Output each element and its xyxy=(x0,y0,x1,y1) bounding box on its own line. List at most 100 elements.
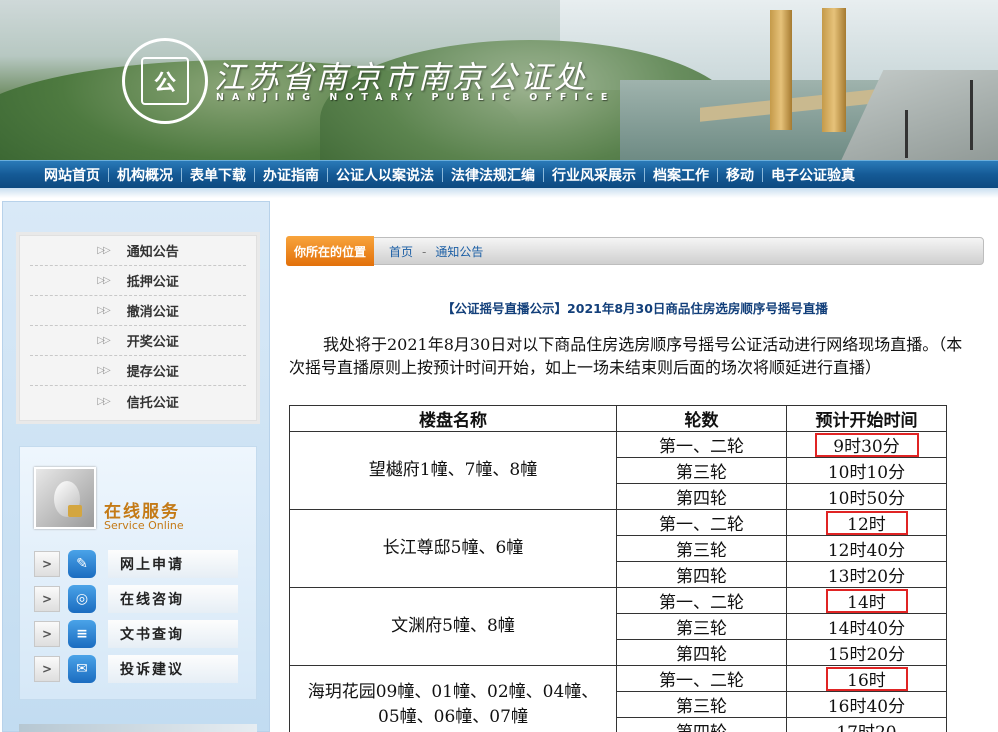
logo-seal: 公 xyxy=(122,38,208,124)
lion-emblem-icon: 公 xyxy=(141,57,189,105)
start-time-cell: 10时10分 xyxy=(786,457,947,484)
double-arrow-icon: ▷▷ xyxy=(97,275,110,286)
service-item[interactable]: > ✉ 投诉建议 xyxy=(34,654,248,684)
round-cell: 第一、二轮 xyxy=(616,587,787,614)
nav-item[interactable]: 行业风采展示 xyxy=(544,165,644,185)
highlight-box xyxy=(825,510,908,535)
nav-item[interactable]: 网站首页 xyxy=(36,165,108,185)
double-arrow-icon: ▷▷ xyxy=(97,245,110,256)
site-title: 江苏省南京市南京公证处 xyxy=(214,60,588,96)
breadcrumb-home-link[interactable]: 首页 xyxy=(389,245,413,259)
double-arrow-icon: ▷▷ xyxy=(97,305,110,316)
street-lamp xyxy=(970,80,973,150)
article-title: 【公证摇号直播公示】2021年8月30日商品住房选房顺序号摇号直播 xyxy=(442,301,828,316)
project-name-cell: 长江尊邸5幢、6幢 xyxy=(289,509,617,588)
round-cell: 第四轮 xyxy=(616,717,787,732)
project-name-cell: 文渊府5幢、8幢 xyxy=(289,587,617,666)
project-name-cell: 望樾府1幢、7幢、8幢 xyxy=(289,431,617,510)
service-photo xyxy=(34,467,96,529)
round-cell: 第三轮 xyxy=(616,691,787,718)
chat-icon: ✉ xyxy=(68,655,96,683)
round-cell: 第三轮 xyxy=(616,535,787,562)
round-cell: 第四轮 xyxy=(616,483,787,510)
breadcrumb-tag: 你所在的位置 xyxy=(286,236,374,266)
service-label: 文书查询 xyxy=(108,620,238,648)
street-lamp xyxy=(905,110,908,158)
start-time-cell: 14时40分 xyxy=(786,613,947,640)
table-header-cell: 预计开始时间 xyxy=(786,405,947,432)
nav-item[interactable]: 移动 xyxy=(718,165,762,185)
start-time-cell: 13时20分 xyxy=(786,561,947,588)
sidebar-menu-label: 信托公证 xyxy=(126,395,179,411)
nav-item[interactable]: 电子公证验真 xyxy=(763,165,863,185)
chevron-right-icon: > xyxy=(34,551,60,577)
start-time-cell: 15时20分 xyxy=(786,639,947,666)
double-arrow-icon: ▷▷ xyxy=(97,395,110,407)
sidebar-menu-label: 撤消公证 xyxy=(126,305,179,320)
sidebar-menu-item[interactable]: ▷▷ 通知公告 xyxy=(30,236,246,266)
chevron-right-icon: > xyxy=(34,656,60,682)
nav-item[interactable]: 法律法规汇编 xyxy=(443,165,543,185)
sidebar-menu-label: 抵押公证 xyxy=(126,275,179,290)
chevron-right-icon: > xyxy=(34,621,60,647)
form-icon: ✎ xyxy=(68,550,96,578)
table-header-cell: 轮数 xyxy=(616,405,787,432)
main-nav: 网站首页 机构概况 表单下载 办证指南 公证人以案说法 法律法规汇编 行业风采展示 档案工作移… xyxy=(0,160,998,188)
headset-icon: ◎ xyxy=(68,585,96,613)
service-item[interactable]: > ≡ 文书查询 xyxy=(34,619,248,649)
list-icon: ≡ xyxy=(68,620,96,648)
highlight-box xyxy=(814,432,919,457)
round-cell: 第一、二轮 xyxy=(616,665,787,692)
service-item[interactable]: > ✎ 网上申请 xyxy=(34,549,248,579)
sidebar-footer-strip xyxy=(19,724,257,732)
service-label: 网上申请 xyxy=(108,550,238,578)
sidebar-menu-label: 开奖公证 xyxy=(126,335,179,350)
sidebar: ▷▷ 通知公告 ▷▷ 抵押公证 ▷▷ 撤消公证 ▷▷ 开奖公证 ▷▷ 提存公证 ▷▷ 信托公证 在线服… xyxy=(2,201,270,732)
chevron-right-icon: > xyxy=(34,586,60,612)
sidebar-menu-item[interactable]: ▷▷ 信托公证 xyxy=(30,386,246,416)
bridge-tower xyxy=(770,10,792,130)
sidebar-menu-label: 提存公证 xyxy=(126,365,179,380)
online-service-panel: 在线服务 Service Online > ✎ 网上申请 > ◎ 在线咨询 > ≡ 文书查询 > ✉… xyxy=(19,446,257,700)
breadcrumb-separator: - xyxy=(422,245,427,259)
round-cell: 第三轮 xyxy=(616,613,787,640)
round-cell: 第四轮 xyxy=(616,639,787,666)
article-body: 我处将于2021年8月30日对以下商品住房选房顺序号摇号公证活动进行网络现场直播… xyxy=(289,335,963,377)
start-time-cell: 17时20 xyxy=(786,717,947,732)
nav-item[interactable]: 档案工作 xyxy=(645,165,717,185)
round-cell: 第三轮 xyxy=(616,457,787,484)
sidebar-menu-item[interactable]: ▷▷ 开奖公证 xyxy=(30,326,246,356)
service-item[interactable]: > ◎ 在线咨询 xyxy=(34,584,248,614)
site-subtitle: NANJING NOTARY PUBLIC OFFICE xyxy=(216,92,616,103)
sidebar-menu-label: 通知公告 xyxy=(126,245,179,260)
service-subtitle: Service Online xyxy=(104,519,184,532)
start-time-cell: 10时50分 xyxy=(786,483,947,510)
nav-item[interactable]: 公证人以案说法 xyxy=(328,165,442,185)
round-cell: 第一、二轮 xyxy=(616,509,787,536)
service-label: 投诉建议 xyxy=(108,655,238,683)
breadcrumb: 首页 - 通知公告 xyxy=(389,243,483,260)
table-header-cell: 楼盘名称 xyxy=(289,405,617,432)
highlight-box xyxy=(825,588,908,613)
bridge-tower xyxy=(822,8,846,132)
sidebar-menu-item[interactable]: ▷▷ 撤消公证 xyxy=(30,296,246,326)
header-banner: 公 江苏省南京市南京公证处 NANJING NOTARY PUBLIC OFFI… xyxy=(0,0,998,160)
double-arrow-icon: ▷▷ xyxy=(97,365,110,376)
start-time-cell: 12时40分 xyxy=(786,535,947,562)
nav-item[interactable]: 表单下载 xyxy=(182,165,254,185)
start-time-cell: 16时40分 xyxy=(786,691,947,718)
round-cell: 第一、二轮 xyxy=(616,431,787,458)
round-cell: 第四轮 xyxy=(616,561,787,588)
service-label: 在线咨询 xyxy=(108,585,238,613)
project-name-cell: 海玥花园09幢、01幢、02幢、04幢、05幢、06幢、07幢 xyxy=(289,665,617,732)
breadcrumb-current-link[interactable]: 通知公告 xyxy=(435,245,483,259)
nav-item[interactable]: 办证指南 xyxy=(255,165,327,185)
sidebar-menu: ▷▷ 通知公告 ▷▷ 抵押公证 ▷▷ 撤消公证 ▷▷ 开奖公证 ▷▷ 提存公证 ▷▷ 信托公证 xyxy=(19,235,257,421)
nav-item[interactable]: 机构概况 xyxy=(109,165,181,185)
sidebar-menu-item[interactable]: ▷▷ 抵押公证 xyxy=(30,266,246,296)
nav-shadow xyxy=(0,188,998,198)
lock-icon xyxy=(68,505,82,517)
table-header-row: 楼盘名称 轮数 预计开始时间 xyxy=(289,405,947,432)
sidebar-menu-item[interactable]: ▷▷ 提存公证 xyxy=(30,356,246,386)
double-arrow-icon: ▷▷ xyxy=(97,335,110,346)
